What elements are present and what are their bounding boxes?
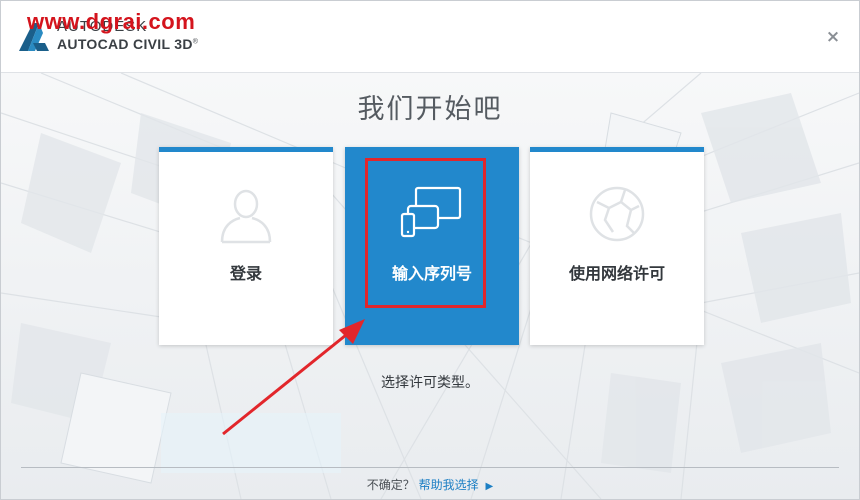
footer-divider xyxy=(21,467,839,468)
watermark-text: www.dgrai.com xyxy=(27,9,196,34)
arrow-right-icon: ▶ xyxy=(485,481,494,492)
unsure-prompt: 不确定？ xyxy=(366,478,415,492)
sign-in-label: 登录 xyxy=(229,264,262,283)
highlight-box xyxy=(365,158,486,308)
enter-serial-card[interactable]: 输入序列号 xyxy=(345,147,519,345)
brand-product: AUTOCAD CIVIL 3D® xyxy=(57,36,199,52)
user-silhouette-icon xyxy=(220,189,272,244)
network-license-card[interactable]: 使用网络许可 xyxy=(530,147,704,345)
footer: 不确定？ 帮助我选择 ▶ xyxy=(1,476,859,493)
dialog-header: AUTODESK AUTOCAD CIVIL 3D® www.dgrai.com… xyxy=(1,1,859,73)
sign-in-card[interactable]: 登录 xyxy=(159,147,333,345)
page-title: 我们开始吧 xyxy=(357,94,503,125)
close-button[interactable]: × xyxy=(823,27,843,47)
globe-network-icon xyxy=(589,186,645,242)
help-me-choose-link[interactable]: 帮助我选择 xyxy=(419,478,479,492)
choose-license-type-text: 选择许可类型。 xyxy=(381,375,479,391)
license-dialog: AUTODESK AUTOCAD CIVIL 3D® www.dgrai.com… xyxy=(0,0,860,500)
network-license-label: 使用网络许可 xyxy=(568,264,665,283)
